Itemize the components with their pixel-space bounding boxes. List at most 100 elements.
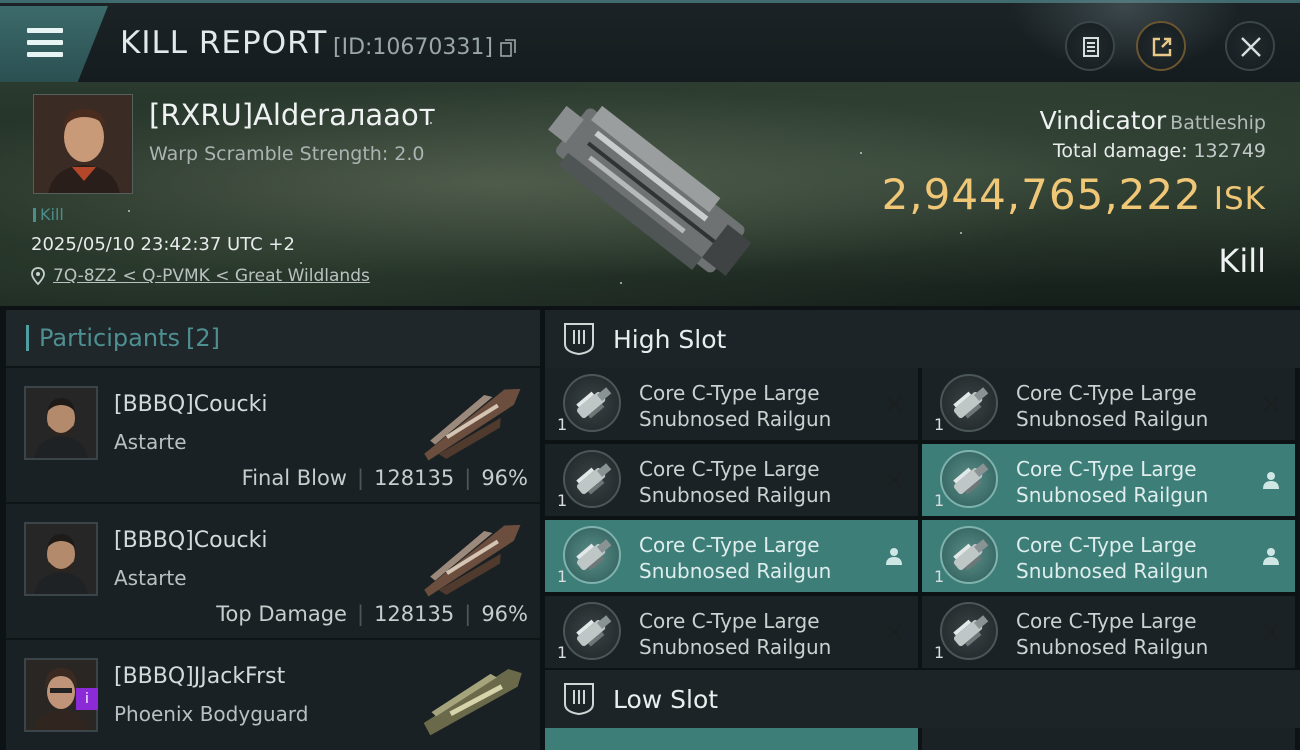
participant-name: [BBBQ]Coucki <box>114 392 268 417</box>
module-tile[interactable]: 1 Core C-Type Large Snubnosed Railgun <box>545 596 918 668</box>
railgun-icon <box>563 374 621 432</box>
module-tile[interactable]: 1 Core C-Type Large Snubnosed Railgun <box>545 368 918 440</box>
participant-avatar[interactable] <box>24 522 98 596</box>
module-name-line2: Snubnosed Railgun <box>1016 483 1209 507</box>
high-slot-title: High Slot <box>613 324 727 354</box>
module-name: Core C-Type Large Snubnosed Railgun <box>1016 456 1246 508</box>
ship-type: Vindicator <box>1039 106 1167 135</box>
total-damage-label: Total damage: <box>1053 140 1188 162</box>
railgun-icon <box>940 602 998 660</box>
module-name: Core C-Type Large Snubnosed Railgun <box>1016 532 1246 584</box>
clipboard-icon <box>1083 37 1099 57</box>
module-name-line1: Core C-Type Large <box>1016 533 1197 557</box>
participant-row[interactable]: i [BBBQ]JJackFrst Phoenix Bodyguard <box>6 638 540 750</box>
participant-stats: Final Blow | 128135 | 96% <box>241 466 528 490</box>
participants-header: Participants [2] <box>6 310 540 366</box>
participant-percent: 96% <box>481 466 528 490</box>
person-icon <box>1263 472 1279 489</box>
module-name-line1: Core C-Type Large <box>639 457 820 481</box>
participant-row[interactable]: [BBBQ]Coucki Astarte Top Damage | 128135… <box>6 502 540 638</box>
railgun-icon <box>940 526 998 584</box>
module-tile[interactable] <box>922 728 1295 750</box>
module-name-line1: Core C-Type Large <box>639 381 820 405</box>
module-quantity: 1 <box>934 491 945 510</box>
participant-damage: 128135 <box>374 466 455 490</box>
low-slot-title: Low Slot <box>613 684 719 714</box>
module-name-line1: Core C-Type Large <box>639 533 820 557</box>
participants-panel: Participants [2] [BBBQ]Coucki Astarte Fi… <box>6 310 540 750</box>
share-button[interactable] <box>1136 21 1186 71</box>
victim-ship-name: Vindicator Battleship <box>1040 106 1266 135</box>
module-quantity: 1 <box>934 643 945 662</box>
location-text: 7Q-8Z2 < Q-PVMK < Great Wildlands <box>53 266 370 286</box>
total-damage: Total damage: 132749 <box>1053 140 1266 162</box>
fitting-panel: High Slot 1 Core C-Type Large Snubnosed Ra… <box>545 310 1300 750</box>
low-slot-modules <box>545 728 1300 750</box>
kill-id: [ID:10670331] <box>333 35 493 60</box>
victim-banner: [RXRU]Alderaлaaот Warp Scramble Strength… <box>0 82 1300 306</box>
hamburger-icon <box>27 28 63 58</box>
isk-amount: 2,944,765,222 <box>881 170 1202 219</box>
copy-icon[interactable] <box>500 39 516 57</box>
ship-class: Battleship <box>1170 112 1266 134</box>
module-name-line2: Snubnosed Railgun <box>1016 559 1209 583</box>
kill-datetime: 2025/05/10 23:42:37 UTC +2 <box>31 234 295 255</box>
module-tile[interactable]: 1 Core C-Type Large Snubnosed Railgun <box>545 520 918 592</box>
header-bar: KILL REPORT [ID:10670331] <box>0 0 1300 82</box>
module-name-line1: Core C-Type Large <box>1016 457 1197 481</box>
high-slot-icon <box>564 323 594 356</box>
module-name: Core C-Type Large Snubnosed Railgun <box>639 380 869 432</box>
kill-result: Kill <box>1218 242 1266 280</box>
participant-ship-image <box>424 388 521 461</box>
module-name: Core C-Type Large Snubnosed Railgun <box>639 532 869 584</box>
module-tile[interactable] <box>545 728 918 750</box>
victim-avatar[interactable] <box>33 94 133 194</box>
participant-ship: Phoenix Bodyguard <box>114 702 309 726</box>
module-tile[interactable]: 1 Core C-Type Large Snubnosed Railgun <box>545 444 918 516</box>
isk-value: 2,944,765,222 ISK <box>882 170 1266 219</box>
module-tile[interactable]: 1 Core C-Type Large Snubnosed Railgun <box>922 596 1295 668</box>
module-tile[interactable]: 1 Core C-Type Large Snubnosed Railgun <box>922 368 1295 440</box>
module-name: Core C-Type Large Snubnosed Railgun <box>1016 608 1246 660</box>
clipboard-button[interactable] <box>1065 21 1115 71</box>
railgun-icon <box>563 450 621 508</box>
module-tile[interactable]: 1 Core C-Type Large Snubnosed Railgun <box>922 520 1295 592</box>
warp-scramble-strength: Warp Scramble Strength: 2.0 <box>149 143 425 165</box>
participant-stats: Top Damage | 128135 | 96% <box>216 602 528 626</box>
menu-button[interactable] <box>0 6 108 82</box>
module-quantity: 1 <box>557 415 568 434</box>
module-name-line2: Snubnosed Railgun <box>639 559 832 583</box>
participant-row[interactable]: [BBBQ]Coucki Astarte Final Blow | 128135… <box>6 366 540 502</box>
participant-ship-image <box>424 524 521 597</box>
share-icon <box>1152 37 1172 57</box>
person-icon <box>886 548 902 565</box>
destroyed-x-icon <box>1263 624 1279 640</box>
railgun-icon <box>940 374 998 432</box>
railgun-icon <box>563 602 621 660</box>
destroyed-x-icon <box>886 396 902 412</box>
module-name: Core C-Type Large Snubnosed Railgun <box>639 608 869 660</box>
module-name-line2: Snubnosed Railgun <box>639 635 832 659</box>
total-damage-value: 132749 <box>1193 140 1266 162</box>
participant-damage: 128135 <box>374 602 455 626</box>
close-button[interactable] <box>1225 21 1275 71</box>
module-name-line1: Core C-Type Large <box>1016 381 1197 405</box>
module-name-line1: Core C-Type Large <box>1016 609 1197 633</box>
module-quantity: 1 <box>934 567 945 586</box>
person-icon <box>1263 548 1279 565</box>
participant-avatar[interactable] <box>24 386 98 460</box>
decorative-disk <box>1010 0 1240 73</box>
module-quantity: 1 <box>557 491 568 510</box>
module-tile[interactable]: 1 Core C-Type Large Snubnosed Railgun <box>922 444 1295 516</box>
victim-ship-image[interactable] <box>530 92 770 297</box>
destroyed-x-icon <box>886 472 902 488</box>
participant-ship: Astarte <box>114 566 187 590</box>
module-quantity: 1 <box>557 567 568 586</box>
module-name: Core C-Type Large Snubnosed Railgun <box>1016 380 1246 432</box>
high-slot-header: High Slot <box>545 310 1300 368</box>
participants-count: [2] <box>185 324 220 352</box>
participant-role: Final Blow <box>241 466 347 490</box>
module-name-line1: Core C-Type Large <box>639 609 820 633</box>
kill-location-link[interactable]: 7Q-8Z2 < Q-PVMK < Great Wildlands <box>31 266 370 286</box>
module-quantity: 1 <box>934 415 945 434</box>
